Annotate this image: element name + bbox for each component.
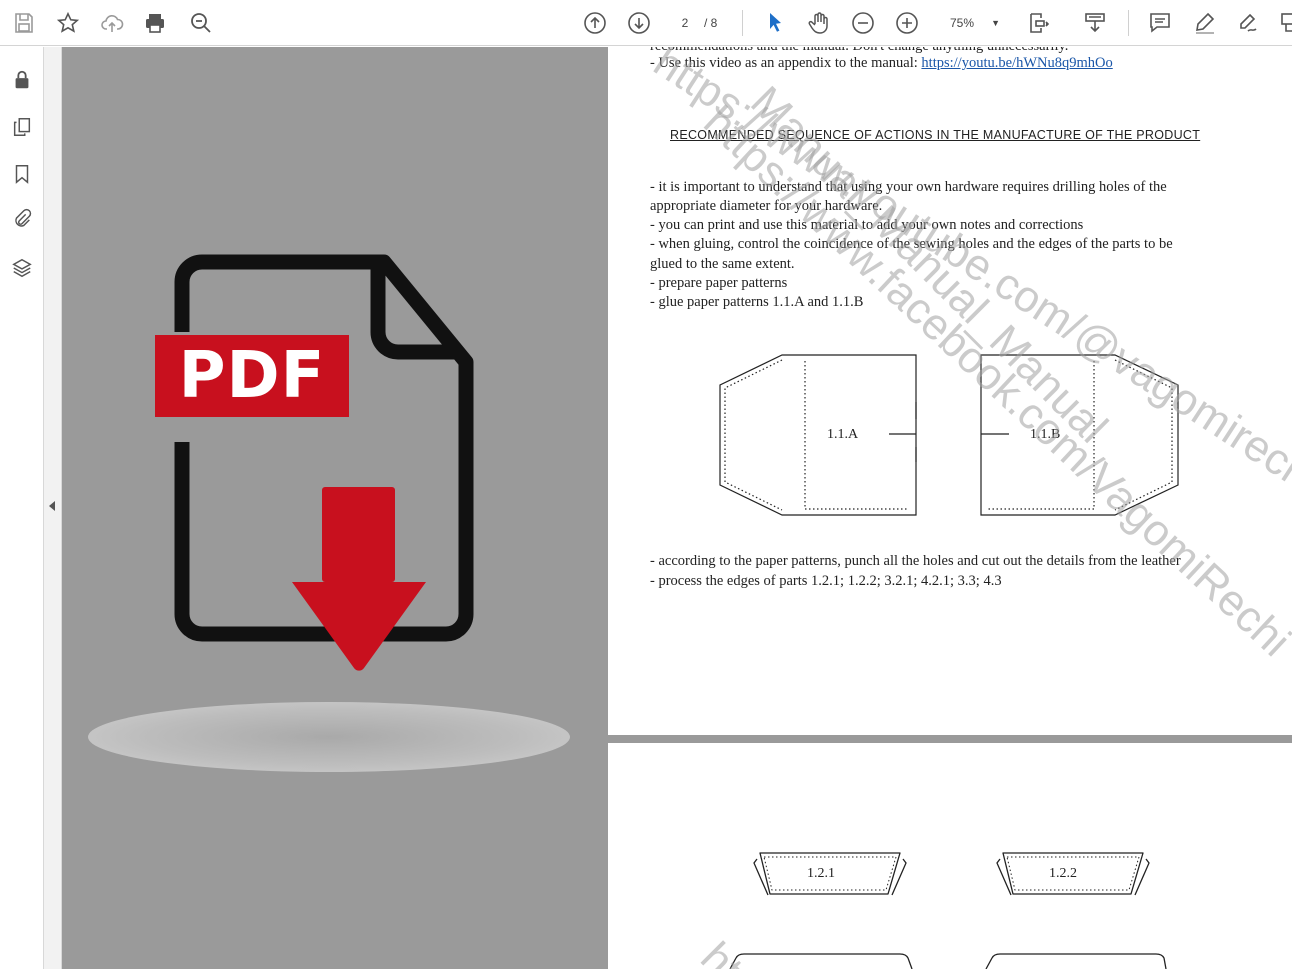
pattern-label: 1.1.B [1030,427,1060,442]
collapse-arrow-icon [49,501,55,511]
print-icon[interactable] [140,8,170,38]
pattern-partial [729,953,1167,969]
attachment-icon[interactable] [8,205,36,233]
select-arrow-icon[interactable] [760,8,790,38]
save-icon[interactable] [9,8,39,38]
download-arrow-head [292,582,426,671]
pattern-label: 1.1.A [827,427,859,442]
pdf-badge: PDF [155,335,349,417]
pattern-diagram-2: 1.2.1 1.2.2 [729,852,1167,969]
toolbar-divider [1128,10,1129,36]
page-separator [608,735,1292,743]
pattern-label: 1.2.2 [1049,866,1077,881]
zoom-search-icon[interactable] [186,8,216,38]
pdf-file-icon [170,254,474,671]
cloud-upload-icon[interactable] [97,8,127,38]
page-total: / 8 [704,16,718,30]
chevron-down-icon: ▼ [991,18,1000,28]
comment-icon[interactable] [1145,8,1175,38]
highlight-icon[interactable] [1190,8,1220,38]
page-number-input[interactable]: 2 [670,12,700,34]
hand-icon[interactable] [804,8,834,38]
toolbar: 2 / 8 75% ▼ [0,0,1292,46]
page-up-icon[interactable] [580,8,610,38]
lock-icon[interactable] [8,66,36,94]
scroll-mode-icon[interactable] [1080,8,1110,38]
pattern-1-1-b [980,354,1179,516]
bookmark-icon[interactable] [8,160,36,188]
preview-area: PDF [62,47,608,969]
pattern-diagram: 1.1.A 1.1.B [719,354,1179,516]
download-arrow-shaft [322,487,395,582]
body-line: - process the edges of parts 1.2.1; 1.2.… [650,573,1002,589]
pattern-label: 1.2.1 [807,866,835,881]
icon-shadow [88,702,570,772]
zoom-select[interactable]: 75% ▼ [938,11,1006,35]
zoom-out-icon[interactable] [848,8,878,38]
navigation-sidebar [0,47,44,969]
fit-page-icon[interactable] [1024,8,1054,38]
layers-icon[interactable] [8,254,36,282]
pages-icon[interactable] [8,113,36,141]
star-icon[interactable] [53,8,83,38]
pattern-1-1-a [719,354,917,516]
sign-icon[interactable] [1233,8,1263,38]
page-down-icon[interactable] [624,8,654,38]
zoom-in-icon[interactable] [892,8,922,38]
body-line: - according to the paper patterns, punch… [650,553,1181,569]
zoom-value: 75% [950,16,975,30]
document-page: recommendations and the manual. Don't ch… [608,47,1292,735]
document-page: 1.2.1 1.2.2 htt [608,743,1292,969]
share-icon[interactable] [1273,8,1292,38]
sidebar-collapse-handle[interactable] [44,47,62,969]
toolbar-divider [742,10,743,36]
